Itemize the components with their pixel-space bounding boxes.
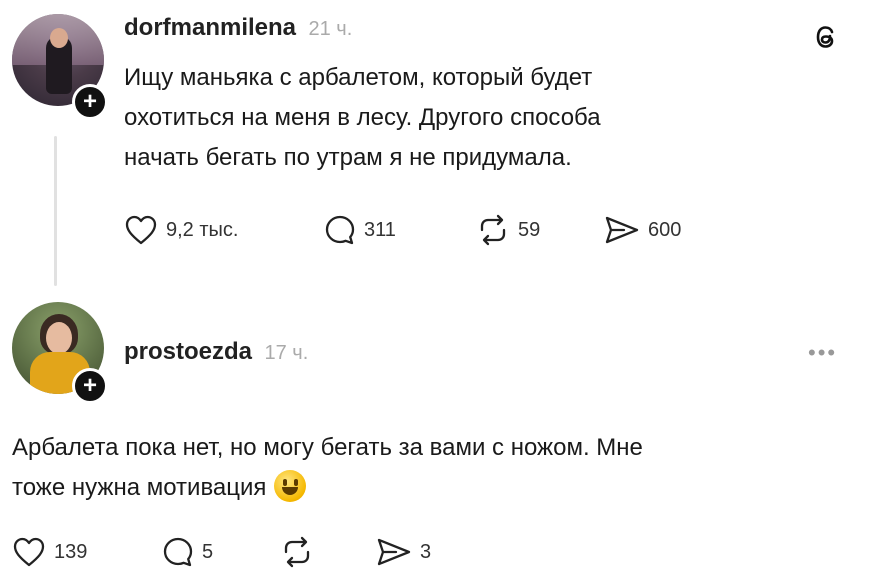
post-actions: 139 5 3 [12, 536, 431, 568]
post-header: dorfmanmilena 21 ч. [124, 14, 352, 42]
follow-plus-icon[interactable]: + [72, 84, 108, 120]
post-text-line: Арбалета пока нет, но могу бегать за вам… [12, 434, 643, 461]
post-body: Арбалета пока нет, но могу бегать за вам… [12, 428, 862, 508]
threads-logo-icon[interactable] [810, 20, 844, 54]
like-count: 139 [54, 540, 88, 563]
avatar-head [50, 28, 68, 48]
share-button[interactable]: 600 [604, 214, 681, 246]
username[interactable]: dorfmanmilena [124, 14, 296, 41]
comment-button[interactable]: 5 [162, 536, 280, 568]
comment-count: 5 [202, 540, 214, 563]
comment-count: 311 [364, 218, 396, 241]
post-text-line: начать бегать по утрам я не придумала. [124, 144, 572, 171]
repost-button[interactable]: 59 [476, 214, 604, 246]
thread-connector-line [54, 136, 57, 286]
follow-plus-icon[interactable]: + [72, 368, 108, 404]
heart-icon [125, 215, 157, 245]
post-header: prostoezda 17 ч. [124, 338, 308, 366]
share-button[interactable]: 3 [376, 536, 431, 568]
repost-count: 59 [518, 218, 541, 241]
comment-button[interactable]: 311 [324, 214, 476, 246]
post-text-line-with-emoji: тоже нужна мотивация [12, 468, 862, 508]
avatar-face [46, 322, 72, 354]
send-plane-icon [377, 538, 411, 566]
username[interactable]: prostoezda [124, 338, 252, 365]
like-button[interactable]: 139 [12, 536, 162, 568]
heart-icon [13, 537, 45, 567]
post-text-line: тоже нужна мотивация [12, 474, 267, 501]
like-button[interactable]: 9,2 тыс. [124, 214, 324, 246]
post-body: Ищу маньяка с арбалетом, который будет о… [124, 58, 804, 178]
repost-arrows-icon [284, 536, 310, 568]
speech-bubble-icon [163, 537, 193, 567]
post-actions: 9,2 тыс. 311 59 600 [124, 214, 681, 246]
post-timestamp: 21 ч. [308, 18, 353, 40]
like-count: 9,2 тыс. [166, 218, 239, 241]
post-text-line: Ищу маньяка с арбалетом, который будет [124, 64, 593, 91]
share-count: 3 [420, 540, 432, 563]
post-text-line: охотиться на меня в лесу. Другого способ… [124, 104, 601, 131]
send-plane-icon [605, 216, 639, 244]
share-count: 600 [648, 218, 682, 241]
repost-arrows-icon [480, 214, 506, 246]
speech-bubble-icon [325, 215, 355, 245]
more-dots-icon[interactable]: ••• [808, 340, 837, 366]
smiley-emoji-icon [274, 469, 307, 502]
repost-button[interactable] [280, 536, 376, 568]
post-timestamp: 17 ч. [264, 342, 309, 364]
